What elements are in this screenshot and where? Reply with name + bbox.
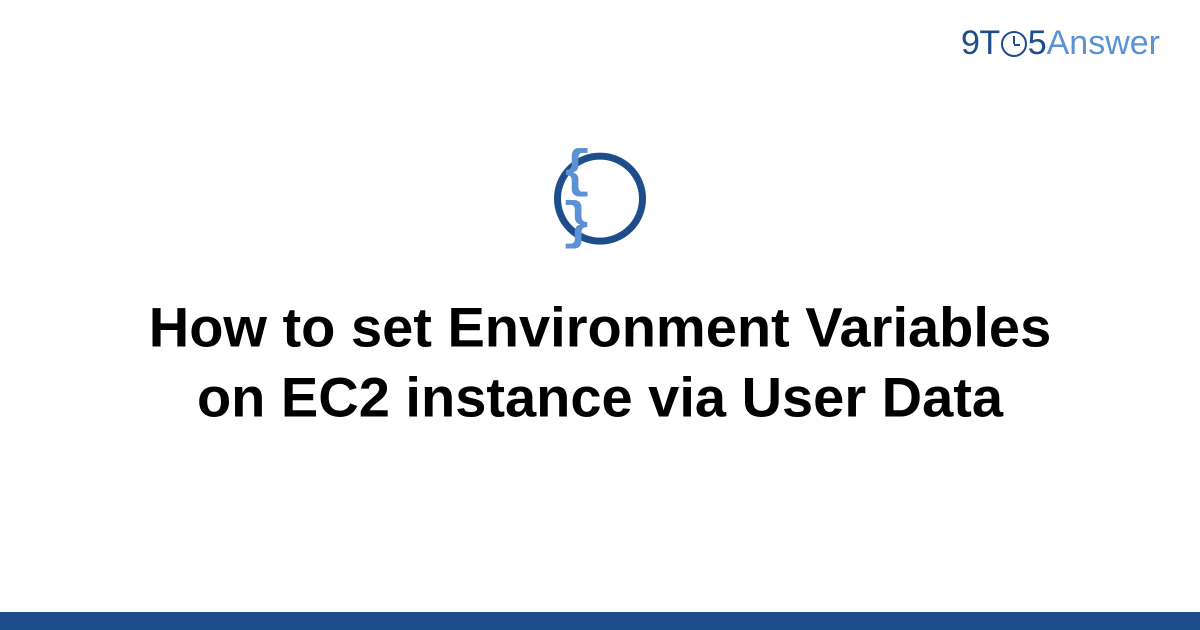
code-braces-icon: { } xyxy=(554,153,646,245)
page-title: How to set Environment Variables on EC2 … xyxy=(70,293,1130,433)
footer-accent-bar xyxy=(0,612,1200,630)
clock-icon xyxy=(1001,31,1027,57)
logo-text-5: 5 xyxy=(1028,24,1047,63)
logo-text-9t: 9T xyxy=(961,24,1000,63)
braces-glyph: { } xyxy=(561,147,639,251)
main-content: { } How to set Environment Variables on … xyxy=(0,153,1200,433)
site-logo: 9T 5 Answer xyxy=(961,24,1160,63)
logo-text-answer: Answer xyxy=(1047,24,1160,63)
